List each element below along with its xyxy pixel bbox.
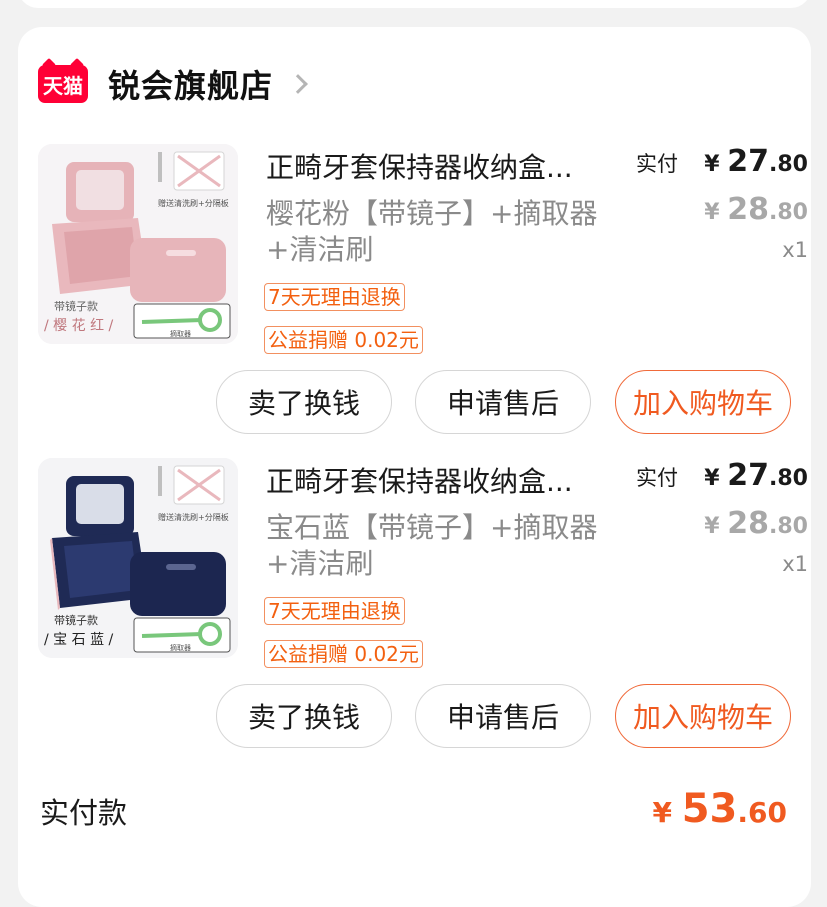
quantity: x1 — [782, 238, 808, 262]
add-to-cart-button[interactable]: 加入购物车 — [615, 684, 791, 748]
product-variant: 宝石蓝【带镜子】+摘取器+清洁刷 — [266, 511, 598, 580]
previous-card-edge — [18, 0, 811, 8]
thumb-caption-top: 带镜子款 — [54, 613, 98, 627]
order-item: 赠送清洗刷+分隔板 摘取器 带镜子款 / 宝 石 蓝 / 正畸牙套保持器收纳盒.… — [38, 458, 808, 768]
original-price: ¥ 28.80 — [704, 506, 808, 541]
return-policy-tag: 7天无理由退换 — [264, 283, 405, 311]
product-thumbnail[interactable]: 赠送清洗刷+分隔板 摘取器 带镜子款 / 樱 花 红 / — [38, 144, 238, 344]
thumb-promo-text: 赠送清洗刷+分隔板 — [158, 512, 229, 522]
tmall-logo: 天猫 — [38, 65, 88, 103]
quantity: x1 — [782, 552, 808, 576]
total-label: 实付款 — [40, 796, 128, 830]
thumb-tool-text: 摘取器 — [170, 643, 191, 652]
paid-price: ¥ 27.80 — [704, 458, 808, 493]
resell-button[interactable]: 卖了换钱 — [216, 684, 392, 748]
charity-tag: 公益捐赠 0.02元 — [264, 640, 423, 668]
thumb-caption-top: 带镜子款 — [54, 299, 98, 313]
total-price: ¥ 53.60 — [652, 786, 787, 832]
after-sales-button[interactable]: 申请售后 — [415, 684, 591, 748]
product-variant: 樱花粉【带镜子】+摘取器+清洁刷 — [266, 197, 598, 266]
thumb-caption-bottom: / 樱 花 红 / — [44, 317, 114, 334]
product-title[interactable]: 正畸牙套保持器收纳盒... — [266, 146, 616, 186]
resell-button[interactable]: 卖了换钱 — [216, 370, 392, 434]
thumb-tool-text: 摘取器 — [170, 329, 191, 338]
paid-label: 实付 — [636, 466, 678, 490]
charity-tag: 公益捐赠 0.02元 — [264, 326, 423, 354]
product-thumbnail[interactable]: 赠送清洗刷+分隔板 摘取器 带镜子款 / 宝 石 蓝 / — [38, 458, 238, 658]
add-to-cart-button[interactable]: 加入购物车 — [615, 370, 791, 434]
thumb-caption-bottom: / 宝 石 蓝 / — [44, 632, 114, 648]
return-policy-tag: 7天无理由退换 — [264, 597, 405, 625]
product-title[interactable]: 正畸牙套保持器收纳盒... — [266, 460, 616, 500]
paid-price: ¥ 27.80 — [704, 144, 808, 179]
after-sales-button[interactable]: 申请售后 — [415, 370, 591, 434]
original-price: ¥ 28.80 — [704, 192, 808, 227]
shop-header[interactable]: 天猫 锐会旗舰店 — [38, 61, 308, 107]
chevron-right-icon[interactable] — [288, 74, 308, 94]
thumb-promo-text: 赠送清洗刷+分隔板 — [158, 198, 229, 208]
order-item: 赠送清洗刷+分隔板 摘取器 带镜子款 / 樱 花 红 / 正畸牙套保持器收纳盒.… — [38, 144, 808, 454]
shop-name[interactable]: 锐会旗舰店 — [108, 61, 273, 107]
order-card: 天猫 锐会旗舰店 赠送清洗刷+分隔板 摘取器 带镜子款 / 樱 花 红 / 正畸… — [18, 27, 811, 907]
paid-label: 实付 — [636, 152, 678, 176]
